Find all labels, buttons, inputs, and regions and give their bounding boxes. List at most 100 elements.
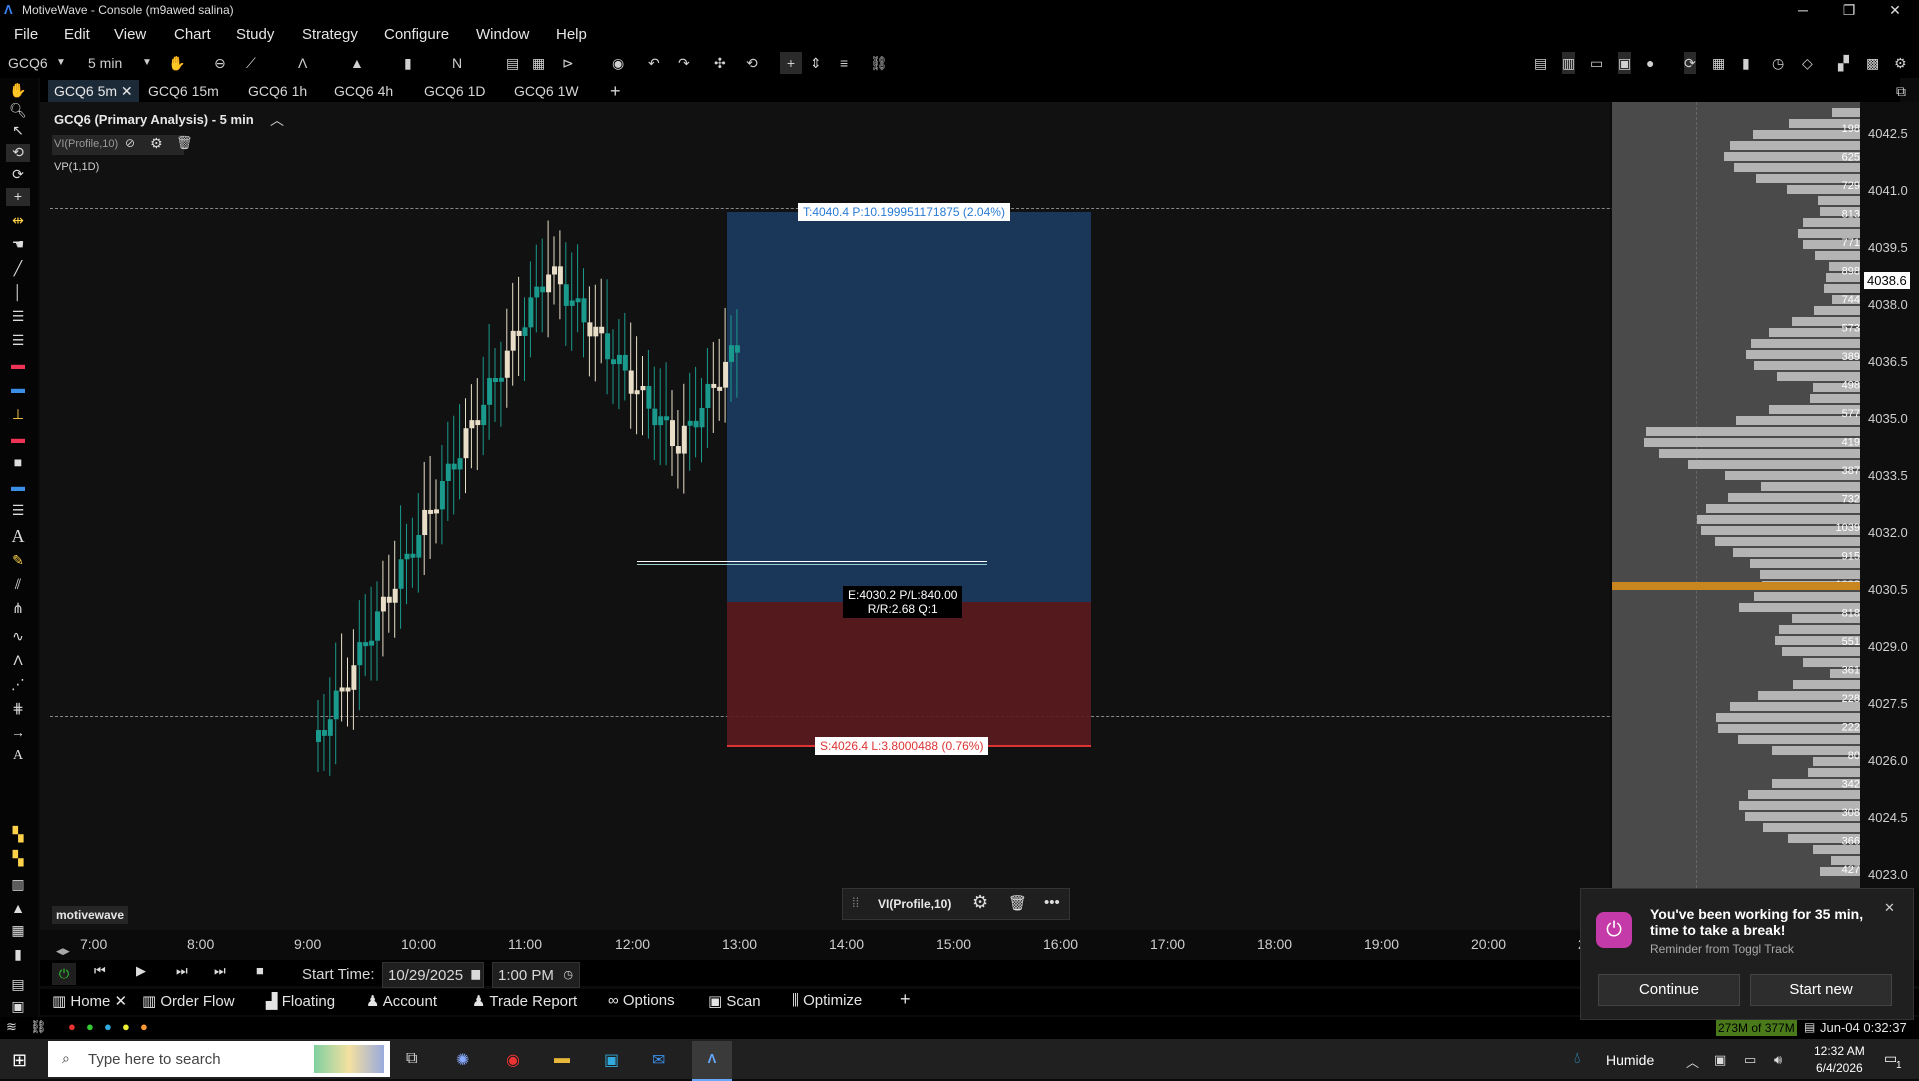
bars-icon[interactable]: ▥ [6,876,30,894]
menu-window[interactable]: Window [476,26,529,43]
chart-bars-icon[interactable]: ▥ [1562,52,1576,74]
crosshair-tool-icon[interactable]: + [6,188,30,206]
clock-icon[interactable]: ◷ [1772,52,1784,74]
refresh-icon[interactable]: ⟳ [1684,52,1696,74]
tab-order-flow[interactable]: ▥ Order Flow [142,992,235,1010]
pencil-icon[interactable]: ✎ [6,552,30,570]
chevron-down-icon[interactable]: ▼ [142,52,152,74]
close-icon[interactable]: ✕ [1884,900,1895,916]
tab-gcq6-1d[interactable]: GCQ6 1D [418,80,491,102]
wave-count-icon[interactable]: Ʌ [6,652,30,670]
tab-gcq6-4h[interactable]: GCQ6 4h [328,80,399,102]
fast-forward-icon[interactable]: ⏭ [214,963,226,979]
wave-tool-icon[interactable]: Ʌ [298,52,307,74]
chevron-down-icon[interactable]: ▼ [56,52,66,74]
close-button[interactable]: ✕ [1872,0,1918,20]
menu-configure[interactable]: Configure [384,26,449,43]
open-folder-icon[interactable]: ⊳ [562,52,574,74]
file-explorer-icon[interactable]: ▬ [554,1050,570,1068]
task-view-icon[interactable]: ⧉ [406,1050,417,1068]
menu-edit[interactable]: Edit [64,26,90,43]
motivewave-taskbar-icon[interactable]: Ʌ [692,1041,732,1081]
interval-selector[interactable]: 5 min [88,52,122,74]
annotation-icon[interactable]: A [6,748,30,766]
sync-icon[interactable]: ⟲ [746,52,758,74]
rectangle-icon[interactable]: ■ [6,454,30,472]
gann-icon[interactable]: ⋰ [6,676,30,694]
power-icon[interactable]: ⏻ [52,963,76,985]
undo-icon[interactable]: ↶ [648,52,660,74]
clock[interactable]: 12:32 AM 6/4/2026 [1814,1044,1865,1075]
tab-gcq6-1h[interactable]: GCQ6 1h [242,80,313,102]
trash-icon[interactable]: 🗑︎ [1008,894,1027,912]
gear-icon[interactable]: ⚙ [972,892,988,913]
cycle-icon[interactable]: ⟲ [6,144,30,162]
object-2-icon[interactable]: ▚ [6,850,30,868]
outlook-icon[interactable]: ✉ [652,1050,665,1070]
n-tool-icon[interactable]: N [452,52,462,74]
zoom-tool-icon[interactable]: 🔍︎ [6,102,30,120]
hand-tool-icon[interactable]: ✋ [6,82,30,100]
table-icon[interactable]: ▦ [1712,52,1725,74]
color-bar-icon[interactable]: ▬ [6,356,30,374]
text-tool-icon[interactable]: A [6,526,30,546]
zigzag-icon[interactable]: ∿ [6,628,30,646]
tab-options[interactable]: ∞ Options [608,992,675,1009]
gear-icon[interactable]: ⚙ [1894,52,1907,74]
pan-hand-icon[interactable]: ✋ [168,52,185,74]
lines-icon[interactable]: ≡ [840,52,848,74]
tab-optimize[interactable]: ⫼ Optimize [792,992,862,1009]
fib-ext-icon[interactable]: ☰ [6,332,30,350]
date-input[interactable]: 10/29/2025 ▆ [382,962,484,988]
channel-icon[interactable]: ⫽ [6,576,30,594]
stop-icon[interactable]: ■ [256,963,264,978]
list-icon[interactable]: ☰ [6,502,30,520]
step-forward-icon[interactable]: ⏭ [176,963,188,979]
link-icon[interactable]: ⛓ [870,52,888,74]
weather-text[interactable]: Humide [1606,1052,1654,1068]
panel-icon[interactable]: ▭ [1590,52,1603,74]
tab-gcq6-5m[interactable]: GCQ6 5m ✕ [48,80,139,102]
taskbar-search[interactable]: ⌕ Type here to search [48,1041,390,1077]
price-axis[interactable] [1860,102,1919,888]
minimize-button[interactable]: ─ [1780,0,1826,20]
hand-drag-icon[interactable]: ☚ [6,236,30,254]
document-icon[interactable]: ▤ [506,52,519,74]
add-icon[interactable]: + [780,52,802,74]
continue-button[interactable]: Continue [1598,974,1740,1006]
skip-back-icon[interactable]: ⏮ [94,963,106,979]
menu-help[interactable]: Help [556,26,587,43]
copilot-icon[interactable]: ✺ [456,1050,469,1070]
start-new-button[interactable]: Start new [1750,974,1892,1006]
arrow-icon[interactable]: → [6,724,30,742]
chrome-icon[interactable]: ◉ [506,1050,520,1070]
tab-trade-report[interactable]: ♟ Trade Report [472,992,577,1010]
mountain-icon[interactable]: ▲ [6,900,30,918]
store-icon[interactable]: ▣ [604,1050,619,1070]
calendar-icon[interactable]: ▆ [472,967,480,980]
zoom-out-icon[interactable]: ⊖ [214,52,226,74]
save-icon[interactable]: ▦ [532,52,545,74]
pointer-icon[interactable]: ↖ [6,122,30,140]
tray-app-icon[interactable]: ▣ [1714,1052,1726,1068]
menu-view[interactable]: View [114,26,146,43]
level-icon[interactable]: ⊥ [6,406,30,424]
object-1-icon[interactable]: ▚ [6,826,30,844]
tray-expand-icon[interactable]: ︿ [1686,1052,1699,1071]
vertical-line-icon[interactable]: │ [6,284,30,302]
tab-gcq6-1w[interactable]: GCQ6 1W [508,80,585,102]
more-icon[interactable]: ••• [1044,894,1060,911]
line-tool-icon[interactable]: ⟋ [246,52,256,74]
area-chart-icon[interactable]: ▲ [350,52,364,74]
redo-icon[interactable]: ↷ [678,52,690,74]
tab-home[interactable]: ▥ Home ✕ [52,992,127,1010]
add-workspace-button[interactable]: + [900,989,911,1010]
menu-chart[interactable]: Chart [174,26,211,43]
crosshair-icon[interactable]: ✣ [714,52,726,74]
lock-icon[interactable]: ▣ [6,998,30,1016]
pitchfork-icon[interactable]: ⋔ [6,600,30,618]
alerts-icon[interactable]: ▩ [1866,52,1879,74]
memory-indicator[interactable]: 273M of 377M [1716,1020,1797,1036]
play-icon[interactable]: ▶ [136,963,146,979]
vertical-measure-icon[interactable]: ⇕ [810,52,822,74]
